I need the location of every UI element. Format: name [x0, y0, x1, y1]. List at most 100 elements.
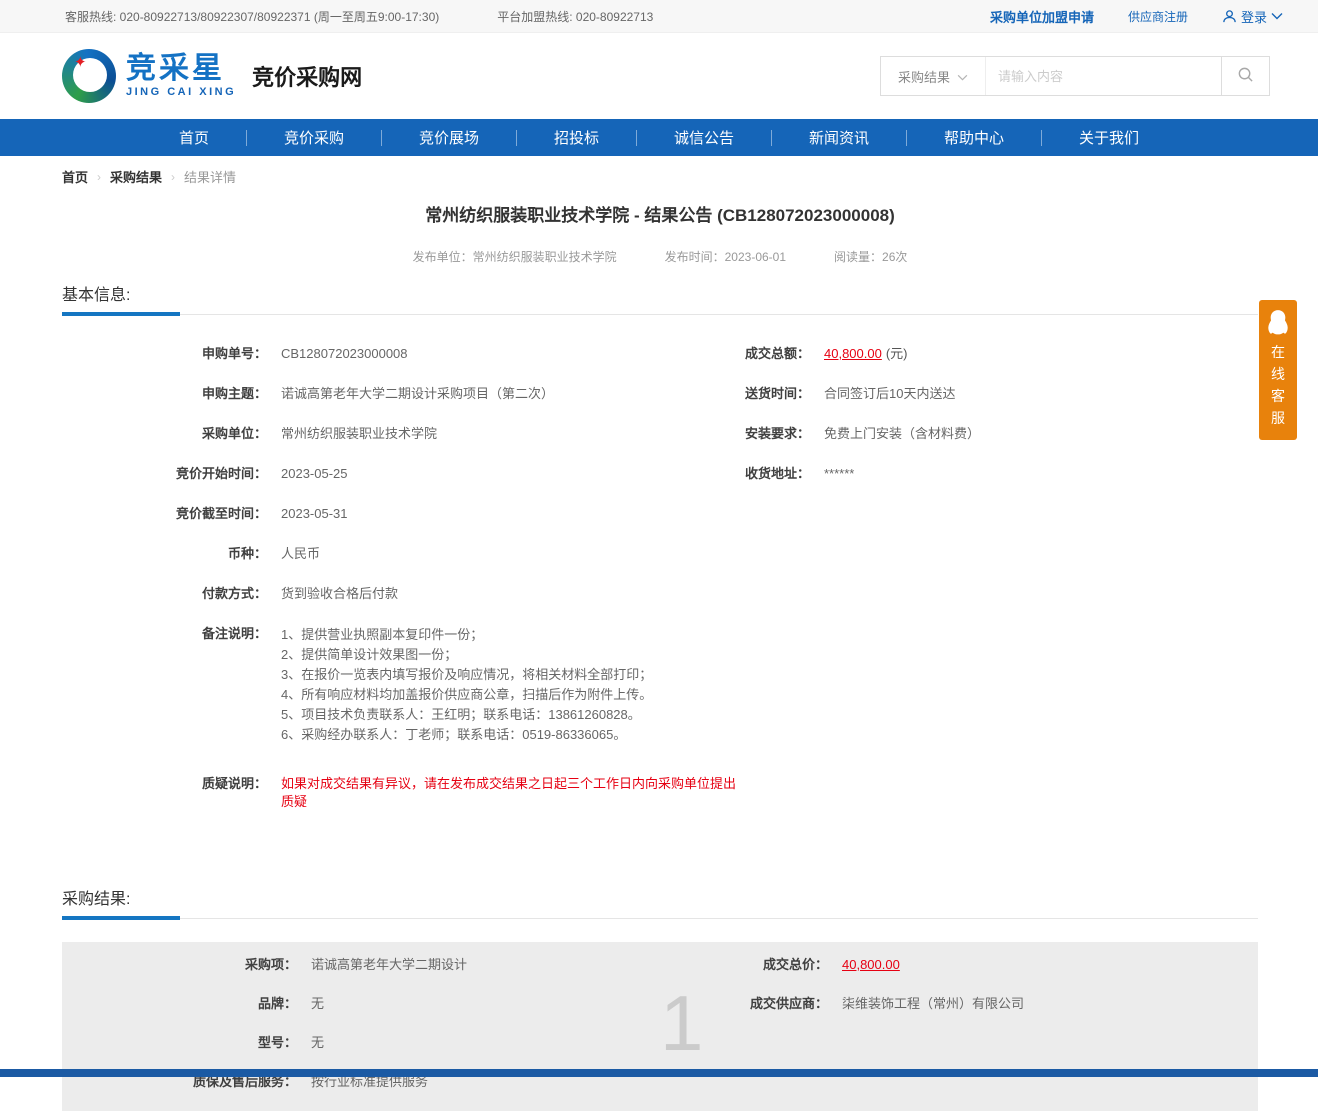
section-divider	[62, 314, 1258, 315]
field-value: 合同签订后10天内送达	[824, 385, 955, 403]
logo-en-text: JING CAI XING	[126, 86, 236, 98]
field-value: 无	[311, 995, 324, 1013]
field-row-purchaser: 采购单位： 常州纺织服装职业技术学院	[62, 425, 738, 443]
site-name: 竞价采购网	[252, 60, 362, 92]
field-row-model: 型号： 无	[62, 1034, 738, 1052]
service-tab-char: 在	[1259, 341, 1297, 363]
field-label: 成交供应商：	[738, 995, 828, 1013]
field-row-payment: 付款方式： 货到验收合格后付款	[62, 585, 738, 603]
field-value: 常州纺织服装职业技术学院	[281, 425, 437, 443]
field-row-deal-price: 成交总价： 40,800.00	[738, 956, 1258, 974]
login-label: 登录	[1241, 7, 1267, 26]
page-title: 常州纺织服装职业技术学院 - 结果公告 (CB128072023000008)	[62, 201, 1258, 226]
field-row-currency: 币种： 人民币	[62, 545, 738, 563]
service-tab-char: 客	[1259, 385, 1297, 407]
search-category-select[interactable]: 采购结果	[881, 57, 985, 95]
field-value: 免费上门安装（含材料费）	[824, 425, 980, 443]
site-header: ✦ 竞采星 JING CAI XING 竞价采购网 采购结果	[0, 33, 1318, 119]
breadcrumb-results[interactable]: 采购结果	[110, 167, 162, 186]
remark-line: 4、所有响应材料均加盖报价供应商公章，扫描后作为附件上传。	[281, 685, 652, 705]
service-tab-char: 服	[1259, 407, 1297, 429]
field-row-question: 质疑说明： 如果对成交结果有异议，请在发布成交结果之日起三个工作日内向采购单位提…	[62, 775, 738, 811]
nav-item-home[interactable]: 首页	[142, 127, 246, 148]
breadcrumb: 首页 › 采购结果 › 结果详情	[62, 167, 1258, 186]
search-bar: 采购结果	[880, 56, 1270, 96]
field-row-install: 安装要求： 免费上门安装（含材料费）	[738, 425, 1258, 443]
basic-info-fields: 申购单号： CB128072023000008 申购主题： 诺诚高第老年大学二期…	[62, 345, 1258, 833]
field-label: 收货地址：	[738, 465, 810, 483]
breadcrumb-separator: ›	[97, 170, 101, 184]
nav-item-bidding-hall[interactable]: 竞价展场	[382, 127, 516, 148]
breadcrumb-separator: ›	[171, 170, 175, 184]
field-label: 备注说明：	[62, 625, 267, 745]
field-value: 40,800.00	[842, 956, 900, 974]
field-row-start-time: 竞价开始时间： 2023-05-25	[62, 465, 738, 483]
remark-line: 3、在报价一览表内填写报价及响应情况，将相关材料全部打印；	[281, 665, 652, 685]
field-label: 申购单号：	[62, 345, 267, 363]
field-value: 柒维装饰工程（常州）有限公司	[842, 995, 1024, 1013]
remark-line: 1、提供营业执照副本复印件一份；	[281, 625, 652, 645]
nav-item-about-us[interactable]: 关于我们	[1042, 127, 1176, 148]
field-row-brand: 品牌： 无	[62, 995, 738, 1013]
remarks-list: 1、提供营业执照副本复印件一份； 2、提供简单设计效果图一份； 3、在报价一览表…	[281, 625, 652, 745]
field-value: CB128072023000008	[281, 345, 408, 363]
deal-amount-unit: (元)	[886, 346, 908, 361]
field-row-supplier: 成交供应商： 柒维装饰工程（常州）有限公司	[738, 995, 1258, 1013]
remark-line: 2、提供简单设计效果图一份；	[281, 645, 652, 665]
field-row-subject: 申购主题： 诺诚高第老年大学二期设计采购项目（第二次）	[62, 385, 738, 403]
field-value: 2023-05-25	[281, 465, 348, 483]
field-row-purchase-item: 采购项： 诺诚高第老年大学二期设计	[62, 956, 738, 974]
field-label: 成交总价：	[738, 956, 828, 974]
result-item-card: 采购项： 诺诚高第老年大学二期设计 品牌： 无 型号： 无 质保及售后服务： 按…	[62, 942, 1258, 1111]
service-tab-char: 线	[1259, 363, 1297, 385]
basic-info-section-title: 基本信息:	[62, 281, 1258, 305]
remark-line: 6、采购经办联系人：丁老师；联系电话：0519-86336065。	[281, 725, 652, 745]
field-value: 40,800.00 (元)	[824, 345, 908, 363]
remark-line: 5、项目技术负责联系人：王红明；联系电话：13861260828。	[281, 705, 652, 725]
nav-item-news[interactable]: 新闻资讯	[772, 127, 906, 148]
field-label: 质疑说明：	[62, 775, 267, 811]
nav-item-bidding-purchase[interactable]: 竞价采购	[247, 127, 381, 148]
nav-item-help-center[interactable]: 帮助中心	[907, 127, 1041, 148]
online-customer-service-tab[interactable]: 在 线 客 服	[1259, 300, 1297, 440]
qq-penguin-icon	[1259, 309, 1297, 337]
site-logo[interactable]: ✦ 竞采星 JING CAI XING 竞价采购网	[62, 49, 362, 103]
field-value: 人民币	[281, 545, 320, 563]
question-notice-text: 如果对成交结果有异议，请在发布成交结果之日起三个工作日内向采购单位提出质疑	[281, 775, 738, 811]
chevron-down-icon	[1271, 12, 1283, 20]
nav-item-integrity-notice[interactable]: 诚信公告	[637, 127, 771, 148]
field-label: 型号：	[62, 1034, 297, 1052]
search-icon	[1237, 66, 1254, 86]
nav-item-tenders[interactable]: 招投标	[517, 127, 636, 148]
meta-publisher: 发布单位：常州纺织服装职业技术学院	[413, 248, 617, 265]
login-button[interactable]: 登录	[1222, 7, 1283, 26]
field-row-end-time: 竞价截至时间： 2023-05-31	[62, 505, 738, 523]
field-label: 竞价截至时间：	[62, 505, 267, 523]
deal-amount-link[interactable]: 40,800.00	[824, 346, 882, 361]
field-value: ******	[824, 465, 854, 483]
field-row-order-no: 申购单号： CB128072023000008	[62, 345, 738, 363]
field-row-deal-amount: 成交总额： 40,800.00(元)	[738, 345, 1258, 363]
footer-top-strip	[0, 1069, 1318, 1077]
field-label: 送货时间：	[738, 385, 810, 403]
field-label: 竞价开始时间：	[62, 465, 267, 483]
jingcaixing-swirl-logo-icon: ✦	[62, 49, 116, 103]
topbar: 客服热线: 020-80922713/80922307/80922371 (周一…	[0, 0, 1318, 33]
field-value: 2023-05-31	[281, 505, 348, 523]
field-label: 品牌：	[62, 995, 297, 1013]
search-input[interactable]	[985, 57, 1221, 95]
main-nav: 首页 竞价采购 竞价展场 招投标 诚信公告 新闻资讯 帮助中心 关于我们	[0, 119, 1318, 156]
field-label: 币种：	[62, 545, 267, 563]
logo-cn-text: 竞采星	[126, 54, 236, 84]
search-button[interactable]	[1221, 57, 1269, 95]
field-label: 付款方式：	[62, 585, 267, 603]
breadcrumb-home[interactable]: 首页	[62, 167, 88, 186]
supplier-register-link[interactable]: 供应商注册	[1128, 8, 1188, 25]
field-value: 货到验收合格后付款	[281, 585, 398, 603]
field-label: 采购项：	[62, 956, 297, 974]
purchaser-join-link[interactable]: 采购单位加盟申请	[990, 7, 1094, 26]
service-hotline: 客服热线: 020-80922713/80922307/80922371 (周一…	[65, 8, 439, 25]
field-label: 采购单位：	[62, 425, 267, 443]
deal-price-link[interactable]: 40,800.00	[842, 957, 900, 972]
meta-publish-time: 发布时间：2023-06-01	[665, 248, 786, 265]
